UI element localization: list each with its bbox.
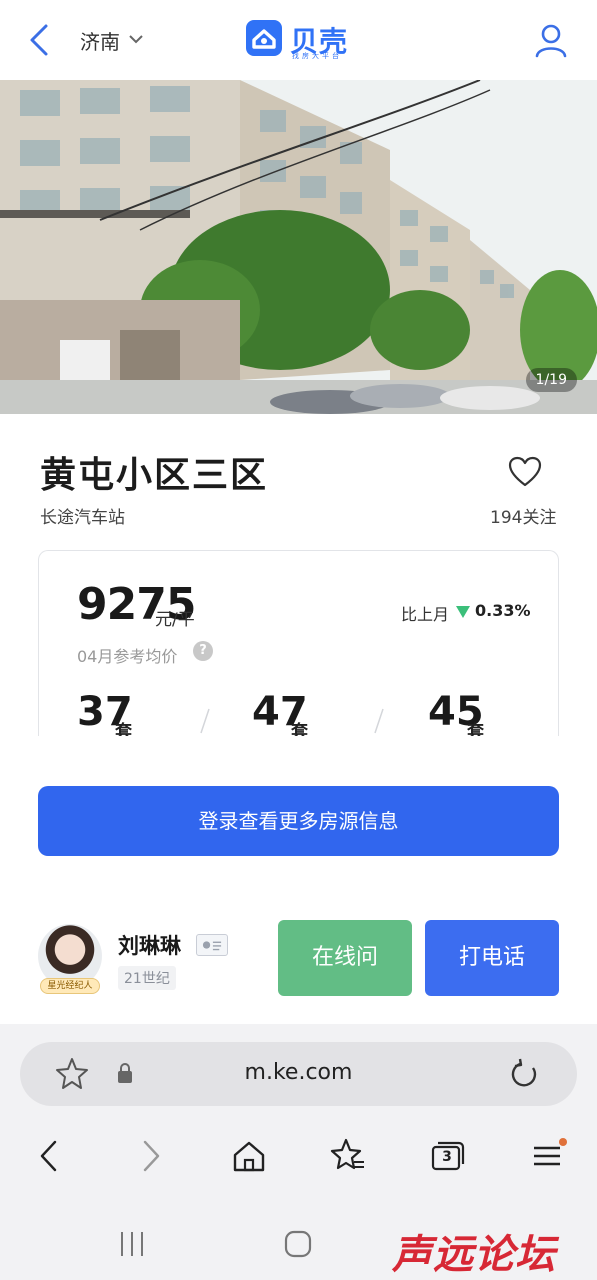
down-triangle-icon — [456, 606, 470, 618]
system-home-icon[interactable] — [278, 1224, 318, 1264]
heart-icon[interactable] — [508, 456, 542, 488]
tab-count: 3 — [442, 1149, 452, 1165]
community-name: 黄屯小区三区 — [40, 455, 269, 496]
url-text[interactable]: m.ke.com — [20, 1060, 577, 1085]
top-nav: 济南 贝壳 找房大平台 — [0, 0, 597, 80]
home-icon[interactable] — [229, 1136, 269, 1176]
agent-badge: 星光经纪人 — [40, 978, 100, 994]
photo-illustration — [0, 80, 597, 414]
reference-label: 04月参考均价 — [77, 647, 178, 666]
agent-company: 21世纪 — [118, 966, 176, 990]
login-button[interactable]: 登录查看更多房源信息 — [38, 786, 559, 856]
agent-name: 刘琳琳 — [118, 934, 181, 958]
divider-slash — [374, 708, 384, 734]
price-card: 9275 元/平 比上月 0.33% 04月参考均价 ? 37 套 47 套 4… — [38, 550, 559, 736]
stat-unit-2: 套 — [291, 722, 308, 736]
logo-mark-icon — [246, 20, 282, 56]
divider-slash — [200, 708, 210, 734]
back-arrow-icon[interactable] — [26, 22, 54, 58]
compare-label: 比上月 — [401, 605, 450, 624]
browser-forward-icon[interactable] — [130, 1136, 170, 1176]
follow-count: 194关注 — [490, 508, 557, 528]
tabs-icon[interactable]: 3 — [428, 1136, 468, 1176]
compare-value: 0.33% — [475, 601, 531, 620]
city-selector[interactable]: 济南 — [80, 26, 120, 55]
user-icon[interactable] — [534, 22, 568, 58]
logo-subtitle: 找房大平台 — [292, 52, 342, 60]
address-bar[interactable]: m.ke.com — [20, 1042, 577, 1106]
community-location: 长途汽车站 — [40, 508, 125, 528]
online-chat-button[interactable]: 在线问 — [278, 920, 412, 996]
price-unit: 元/平 — [155, 610, 195, 630]
bookmarks-icon[interactable] — [328, 1136, 368, 1176]
stat-unit-3: 套 — [467, 722, 484, 736]
help-icon[interactable]: ? — [193, 641, 213, 661]
browser-back-icon[interactable] — [30, 1136, 70, 1176]
chevron-down-icon[interactable] — [128, 34, 144, 44]
id-card-icon — [196, 934, 228, 956]
stat-unit-1: 套 — [115, 722, 132, 736]
call-button[interactable]: 打电话 — [425, 920, 559, 996]
recent-apps-icon[interactable] — [112, 1224, 152, 1264]
menu-icon[interactable] — [527, 1136, 567, 1176]
community-photo[interactable]: 1/19 — [0, 80, 597, 414]
photo-counter: 1/19 — [525, 368, 577, 392]
forum-watermark: 声远论坛 — [392, 1231, 556, 1278]
beike-logo: 贝壳 找房大平台 — [246, 20, 356, 60]
reload-icon[interactable] — [506, 1056, 542, 1092]
